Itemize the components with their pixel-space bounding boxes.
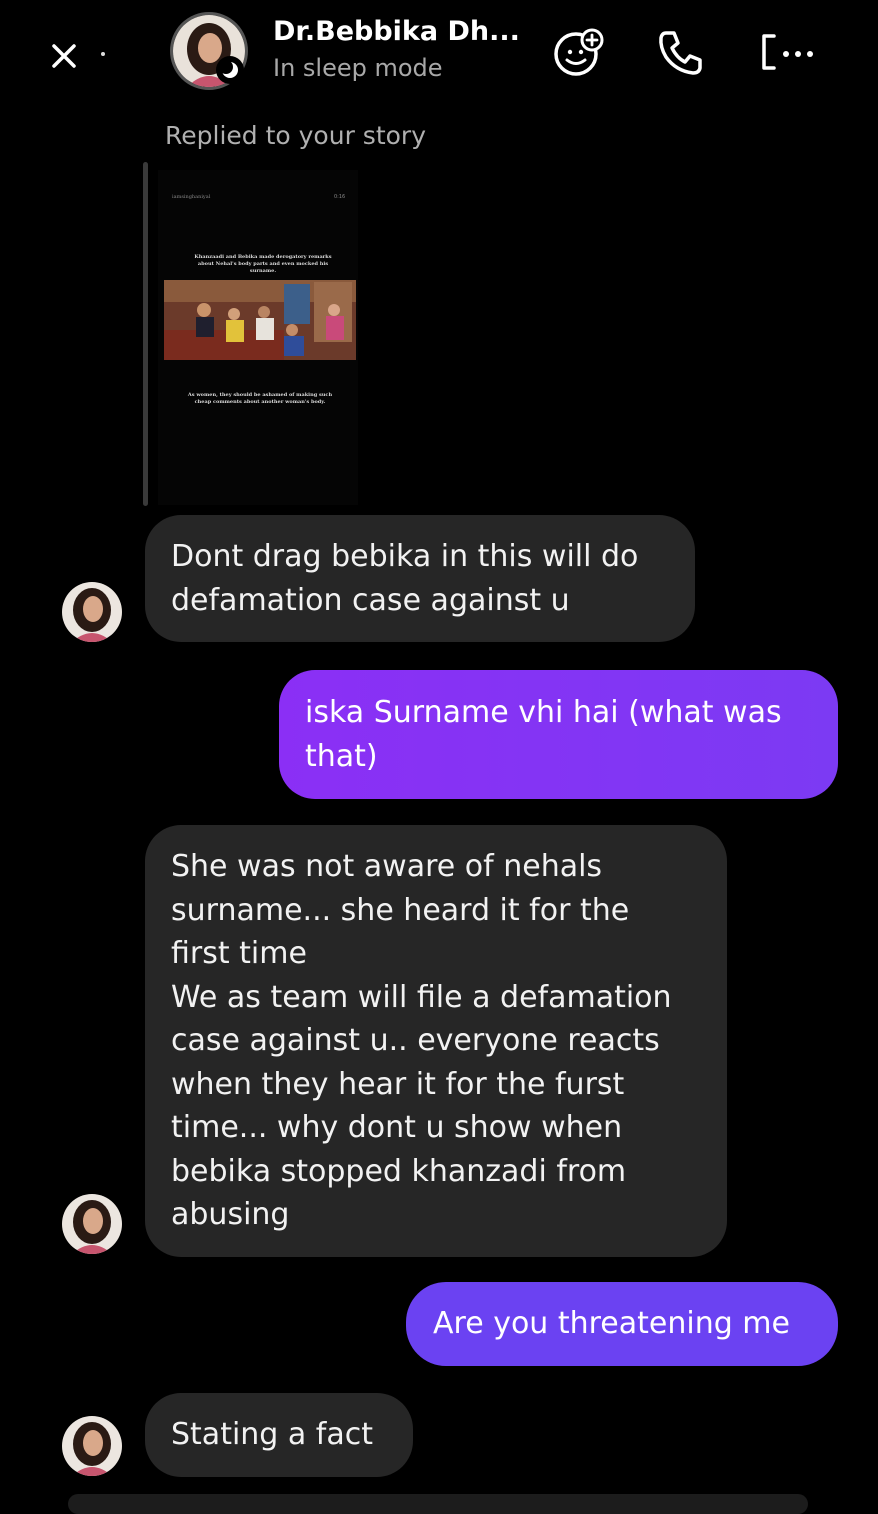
message-line: case against u.. everyone reacts [171, 1023, 660, 1058]
header-dot [101, 52, 105, 56]
message-line: Are you threatening me [433, 1306, 790, 1341]
video-call-button[interactable] [752, 24, 832, 80]
message-line: that) [305, 738, 378, 774]
story-reply-label: Replied to your story [165, 121, 426, 150]
sticker-add-button[interactable] [550, 24, 606, 80]
next-message-bubble-edge [68, 1494, 808, 1514]
story-preview[interactable]: iamsinghaniyal 0:16 Khanzaadi and Bebika… [158, 170, 358, 505]
message-line: abusing [171, 1197, 290, 1232]
message-line: time... why dont u show when [171, 1110, 623, 1145]
message-line: first time [171, 936, 307, 971]
message-bubble-incoming[interactable]: Dont drag bebika in this will do defamat… [145, 515, 695, 642]
moon-icon [220, 60, 238, 78]
message-line: iska Surname vhi hai (what was [305, 695, 782, 730]
contact-status: In sleep mode [273, 54, 443, 82]
reply-indicator-line [143, 162, 148, 506]
story-caption-top: Khanzaadi and Bebika made derogatory rem… [194, 254, 332, 274]
message-bubble-outgoing[interactable]: iska Surname vhi hai (what was that) [279, 670, 838, 799]
video-icon [762, 34, 813, 70]
voice-call-button[interactable] [652, 24, 708, 80]
message-line: Stating a fact [171, 1417, 374, 1452]
message-line: We as team will file a defamation [171, 979, 672, 1015]
contact-name[interactable]: Dr.Bebbika Dh... [273, 16, 520, 47]
message-line: when they hear it for the furst [171, 1066, 625, 1102]
sender-avatar[interactable] [62, 1194, 122, 1254]
story-handle: iamsinghaniyal [172, 194, 211, 200]
message-line: surname... she heard it for the [171, 892, 630, 928]
close-button[interactable] [44, 36, 84, 76]
message-line: She was not aware of nehals [171, 849, 603, 884]
story-time: 0:16 [334, 194, 346, 200]
message-line: defamation case against u [171, 582, 570, 618]
message-bubble-incoming[interactable]: Stating a fact [145, 1393, 413, 1477]
sender-avatar[interactable] [62, 1416, 122, 1476]
close-icon [52, 44, 76, 68]
message-line: Dont drag bebika in this will do [171, 539, 639, 574]
sticker-add-icon [554, 28, 604, 76]
message-line: bebika stopped khanzadi from [171, 1153, 627, 1189]
message-bubble-incoming[interactable]: She was not aware of nehals surname... s… [145, 825, 727, 1257]
sender-avatar[interactable] [62, 582, 122, 642]
story-caption-bottom: As women, they should be ashamed of maki… [187, 392, 333, 405]
message-bubble-outgoing[interactable]: Are you threatening me [406, 1282, 838, 1366]
phone-icon [659, 31, 702, 75]
sleep-status-indicator [216, 56, 244, 84]
story-image [164, 280, 356, 360]
